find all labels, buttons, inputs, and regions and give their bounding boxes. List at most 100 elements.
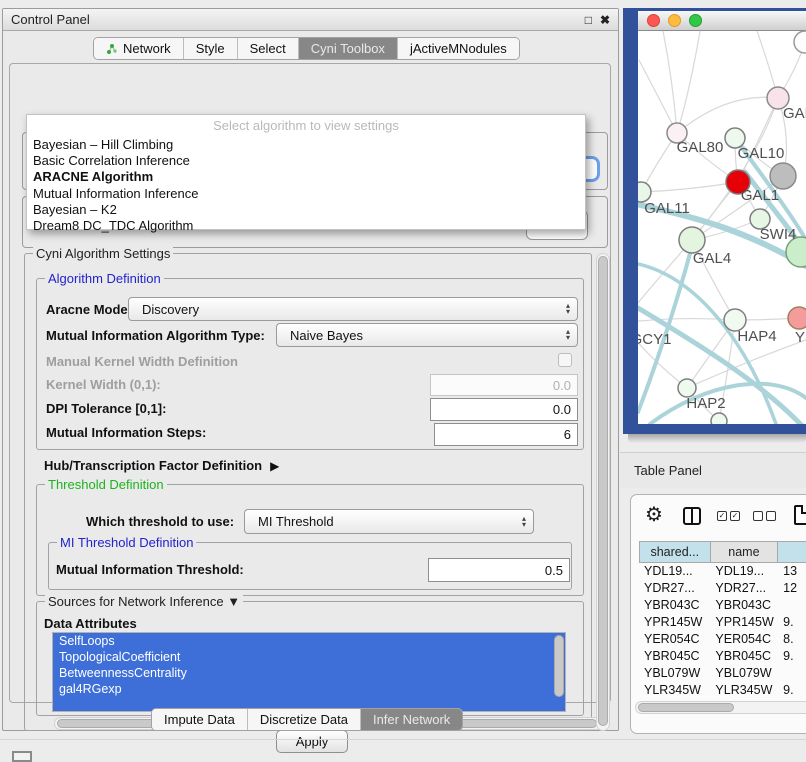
table-cell[interactable]	[778, 597, 806, 614]
algorithm-option[interactable]: Bayesian – K2	[27, 202, 585, 218]
data-attribute-item[interactable]: gal4RGexp	[53, 681, 565, 697]
table-row[interactable]: YPR145WYPR145W9.	[639, 614, 806, 631]
table-cell[interactable]: YDL19...	[639, 563, 710, 580]
table-cell[interactable]: YER054C	[710, 631, 778, 648]
mi-algorithm-type-select[interactable]: Naive Bayes ▴▾	[276, 323, 578, 347]
tab-select[interactable]: Select	[238, 38, 299, 59]
deselect-all-columns-icon[interactable]	[753, 511, 776, 521]
table-cell[interactable]: YBR043C	[710, 597, 778, 614]
gear-icon[interactable]: ⚙	[645, 505, 663, 525]
column-header-partial[interactable]	[778, 541, 806, 563]
tab-jactivemnodules[interactable]: jActiveMNodules	[398, 38, 519, 59]
network-edge	[638, 192, 641, 323]
minimize-traffic-light-icon[interactable]	[668, 14, 681, 27]
table-row[interactable]: YER054CYER054C8.	[639, 631, 806, 648]
hub-definition-expander[interactable]: Hub/Transcription Factor Definition ▶	[44, 458, 279, 473]
window-shadow	[628, 434, 806, 443]
aracne-mode-label: Aracne Mode:	[46, 302, 132, 317]
table-row[interactable]: YBL079WYBL079W	[639, 665, 806, 682]
network-node-label: GAL11	[644, 200, 690, 217]
close-icon[interactable]: ✖	[600, 14, 610, 26]
column-header-name[interactable]: name	[711, 541, 779, 563]
select-all-columns-icon[interactable]: ✓ ✓	[717, 511, 740, 521]
data-attribute-item[interactable]: TopologicalCoefficient	[53, 649, 565, 665]
algorithm-option[interactable]: Bayesian – Hill Climbing	[27, 137, 585, 153]
table-row[interactable]: YDR27...YDR27...12	[639, 580, 806, 597]
table-cell[interactable]: YBR045C	[639, 648, 710, 665]
zoom-traffic-light-icon[interactable]	[689, 14, 702, 27]
spinner-icon: ▴▾	[566, 329, 570, 341]
algorithm-option[interactable]: ARACNE Algorithm	[27, 169, 585, 185]
tab-style[interactable]: Style	[184, 38, 238, 59]
table-cell[interactable]: YBR043C	[639, 597, 710, 614]
table-row[interactable]: YDL19...YDL19...13	[639, 563, 806, 580]
dpi-tolerance-field[interactable]	[430, 398, 578, 421]
split-columns-icon[interactable]	[683, 507, 701, 525]
unchecked-box-icon	[766, 511, 776, 521]
table-cell[interactable]: 8.	[778, 631, 806, 648]
apply-button[interactable]: Apply	[276, 730, 348, 753]
table-cell[interactable]: YPR145W	[710, 614, 778, 631]
table-horizontal-scrollbar[interactable]	[635, 701, 806, 714]
table-cell[interactable]: YBL079W	[639, 665, 710, 682]
table-cell[interactable]: YDL19...	[710, 563, 778, 580]
manual-kernel-label: Manual Kernel Width Definition	[46, 354, 238, 369]
table-cell[interactable]: 9.	[778, 648, 806, 665]
data-attribute-item[interactable]: SelfLoops	[53, 633, 565, 649]
close-traffic-light-icon[interactable]	[647, 14, 660, 27]
new-table-page-icon[interactable]	[794, 505, 806, 525]
network-view-window[interactable]: GALGAL80GAL10GAL1GAL11SWI4GAL4GCY1HAP4YH…	[623, 8, 806, 434]
network-node[interactable]	[794, 31, 806, 53]
table-toolbar: ⚙ ✓ ✓	[631, 503, 806, 535]
float-window-icon[interactable]: □	[585, 14, 592, 26]
table-cell[interactable]: YER054C	[639, 631, 710, 648]
control-panel-window: Control Panel □ ✖ Network Style Select C…	[2, 8, 619, 731]
settings-vertical-scrollbar[interactable]	[596, 253, 610, 731]
table-cell[interactable]: YLR345W	[710, 682, 778, 699]
scrollbar-thumb[interactable]	[598, 256, 608, 726]
network-node[interactable]	[788, 307, 806, 329]
table-row[interactable]: YLR345WYLR345W9.	[639, 682, 806, 699]
tab-impute-data[interactable]: Impute Data	[152, 709, 248, 730]
algorithm-option[interactable]: Mutual Information Inference	[27, 186, 585, 202]
table-row[interactable]: YBR045CYBR045C9.	[639, 648, 806, 665]
tab-network[interactable]: Network	[94, 38, 184, 59]
table-cell[interactable]: YDR27...	[710, 580, 778, 597]
algorithm-option[interactable]: Dream8 DC_TDC Algorithm	[27, 218, 585, 234]
aracne-mode-select[interactable]: Discovery ▴▾	[128, 297, 578, 321]
network-node[interactable]	[638, 182, 651, 202]
column-header-shared-name[interactable]: shared...	[639, 541, 711, 563]
tab-cyni-toolbox[interactable]: Cyni Toolbox	[299, 38, 398, 59]
which-threshold-select[interactable]: MI Threshold ▴▾	[244, 509, 534, 534]
algorithm-option[interactable]: Basic Correlation Inference	[27, 153, 585, 169]
table-cell[interactable]: YPR145W	[639, 614, 710, 631]
kernel-width-field[interactable]	[430, 374, 578, 396]
network-node[interactable]	[711, 413, 727, 424]
network-view-canvas[interactable]: GALGAL80GAL10GAL1GAL11SWI4GAL4GCY1HAP4YH…	[638, 31, 806, 424]
hub-definition-label: Hub/Transcription Factor Definition	[44, 458, 262, 473]
table-cell[interactable]: YLR345W	[639, 682, 710, 699]
tab-infer-network[interactable]: Infer Network	[361, 709, 462, 730]
scrollbar-thumb[interactable]	[638, 703, 734, 712]
table-cell[interactable]: 9.	[778, 614, 806, 631]
table-cell[interactable]: YBR045C	[710, 648, 778, 665]
table-cell[interactable]: YDR27...	[639, 580, 710, 597]
table-cell[interactable]	[778, 665, 806, 682]
network-node-label: HAP2	[686, 395, 725, 412]
tab-discretize-data[interactable]: Discretize Data	[248, 709, 361, 730]
manual-kernel-checkbox[interactable]	[558, 353, 572, 367]
attributes-scrollbar-thumb[interactable]	[554, 635, 564, 697]
mi-threshold-field[interactable]	[428, 558, 570, 582]
data-attribute-item[interactable]: BetweennessCentrality	[53, 665, 565, 681]
table-cell[interactable]: YBL079W	[710, 665, 778, 682]
mi-steps-field[interactable]	[434, 423, 578, 446]
network-node[interactable]	[770, 163, 796, 189]
table-cell[interactable]: 9.	[778, 682, 806, 699]
collapse-arrow-icon[interactable]: ▼	[227, 594, 240, 609]
table-cell[interactable]: 13	[778, 563, 806, 580]
tab-label: Select	[250, 41, 286, 56]
collapsed-panel-icon[interactable]	[12, 751, 32, 762]
table-cell[interactable]: 12	[778, 580, 806, 597]
network-window-titlebar[interactable]	[638, 11, 806, 31]
table-row[interactable]: YBR043CYBR043C	[639, 597, 806, 614]
